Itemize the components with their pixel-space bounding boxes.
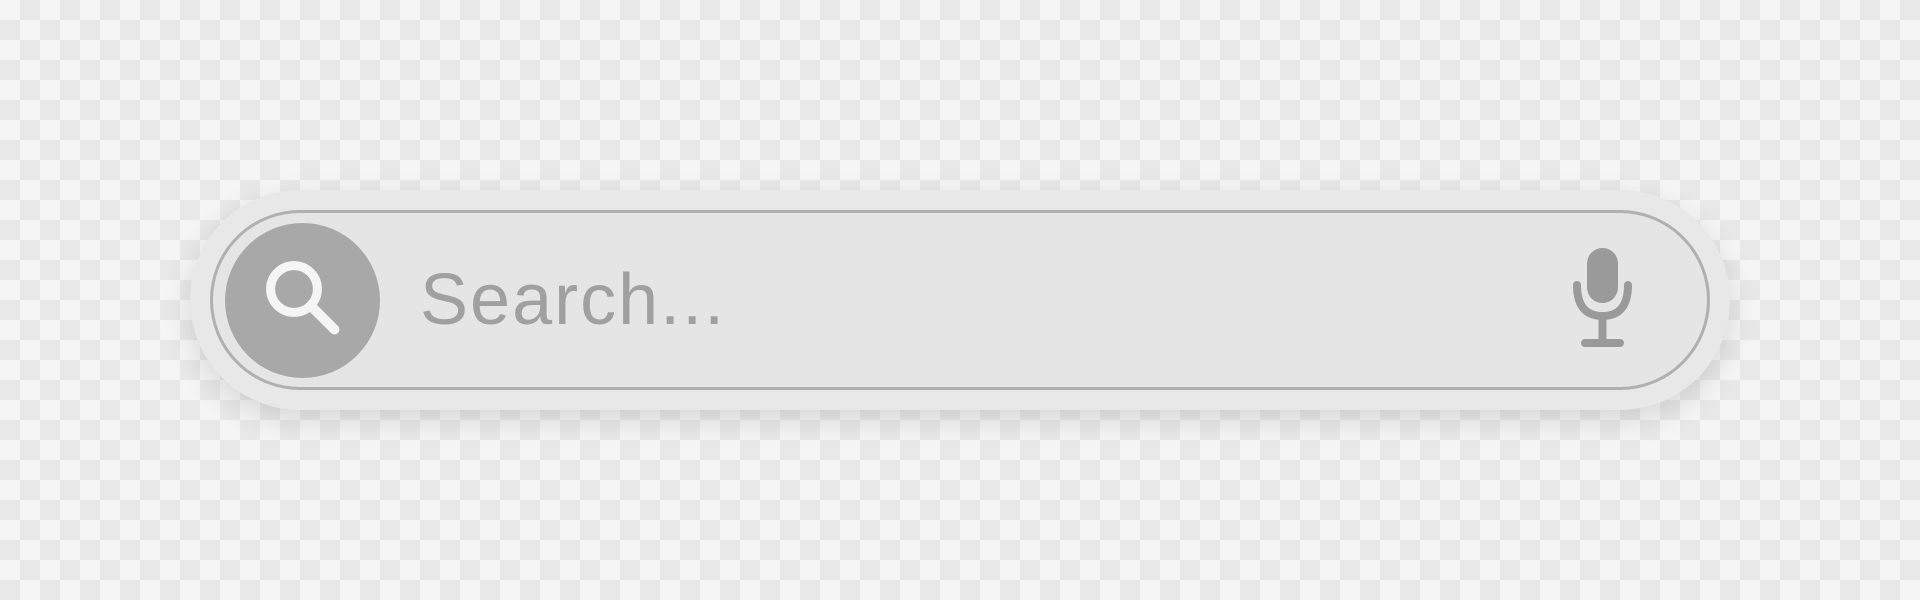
search-bar — [210, 210, 1710, 390]
search-button[interactable] — [225, 223, 380, 378]
search-icon — [258, 253, 348, 348]
search-bar-container — [190, 190, 1730, 410]
microphone-icon — [1565, 243, 1640, 358]
search-input[interactable] — [380, 259, 1557, 341]
voice-search-button[interactable] — [1557, 240, 1647, 360]
